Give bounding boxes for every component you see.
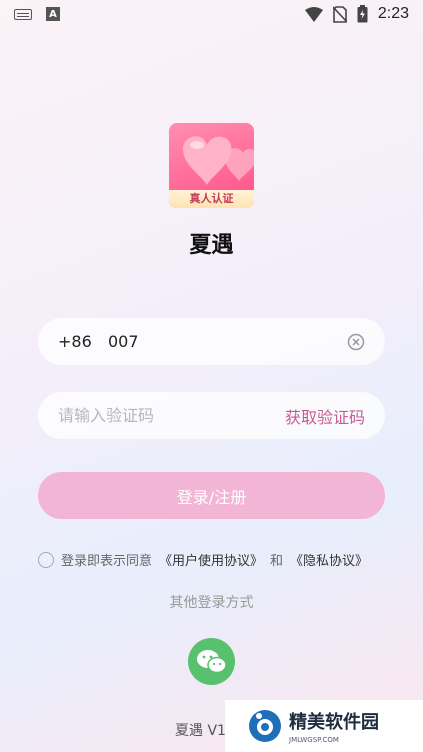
wifi-icon bbox=[304, 6, 323, 22]
app-name: 夏遇 bbox=[189, 233, 234, 258]
version-label: 夏遇 V1 bbox=[175, 723, 226, 739]
a-icon: A bbox=[46, 7, 60, 21]
phone-field[interactable]: +86 bbox=[38, 318, 385, 365]
clear-icon[interactable] bbox=[347, 333, 365, 351]
watermark-subtitle: JMLWGSP.COM bbox=[289, 736, 339, 744]
logo-tag: 真人认证 bbox=[169, 190, 254, 208]
wechat-icon bbox=[196, 649, 227, 673]
clock: 2:23 bbox=[377, 5, 409, 22]
wechat-login-button[interactable] bbox=[188, 638, 235, 685]
agreement-row: 登录即表示同意 《用户使用协议》 和 《隐私协议》 bbox=[38, 550, 368, 569]
watermark: 精美软件园 JMLWGSP.COM bbox=[225, 700, 423, 752]
heart-icon bbox=[183, 136, 254, 185]
watermark-logo-icon bbox=[249, 710, 281, 742]
agreement-and: 和 bbox=[270, 554, 284, 569]
status-bar: A 2:23 bbox=[0, 0, 423, 28]
get-code-button[interactable]: 获取验证码 bbox=[285, 404, 365, 428]
battery-icon bbox=[357, 5, 368, 23]
country-code[interactable]: +86 bbox=[58, 332, 108, 351]
agreement-prefix: 登录即表示同意 bbox=[61, 554, 153, 569]
code-field[interactable]: 获取验证码 bbox=[38, 392, 385, 439]
code-input[interactable] bbox=[58, 406, 285, 425]
phone-input[interactable] bbox=[108, 332, 347, 351]
login-button[interactable]: 登录/注册 bbox=[38, 472, 385, 519]
user-agreement-link[interactable]: 《用户使用协议》 bbox=[159, 550, 263, 569]
app-logo: 真人认证 bbox=[169, 123, 254, 208]
no-sim-icon bbox=[332, 5, 347, 23]
watermark-title: 精美软件园 bbox=[289, 712, 379, 733]
other-login-title: 其他登录方式 bbox=[169, 595, 254, 611]
keyboard-icon bbox=[14, 8, 32, 20]
agree-radio[interactable] bbox=[38, 551, 54, 568]
privacy-link[interactable]: 《隐私协议》 bbox=[290, 550, 368, 569]
